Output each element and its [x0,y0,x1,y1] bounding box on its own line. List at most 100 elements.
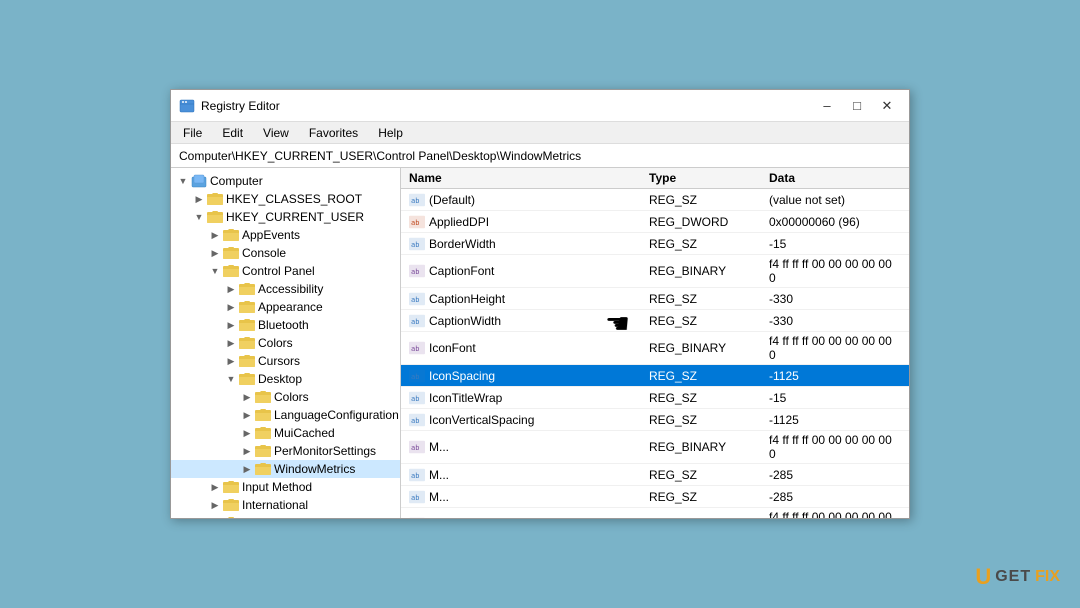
tree-hkcu[interactable]: ▼ HKEY_CURRENT_USER [171,208,400,226]
tree-windowmetrics[interactable]: ▶ WindowMetrics [171,460,400,478]
reg-value-icon: ab [409,391,425,405]
folder-icon-international [223,498,239,512]
table-row[interactable]: ab M... REG_SZ -285 [401,464,909,486]
svg-text:ab: ab [411,444,419,452]
tree-inputmethod[interactable]: ▶ Input Method [171,478,400,496]
tree-langconfig[interactable]: ▶ LanguageConfiguration [171,406,400,424]
folder-icon-inputmethod [223,480,239,494]
tree-desktop[interactable]: ▼ Desktop [171,370,400,388]
row-data: 0x00000060 (96) [769,215,901,229]
folder-icon-colors [239,336,255,350]
row-type: REG_BINARY [649,440,769,454]
tree-label-muicached: MuiCached [274,426,335,440]
row-data: -15 [769,237,901,251]
table-row[interactable]: ab IconVerticalSpacing REG_SZ -1125 [401,409,909,431]
row-name: CaptionFont [429,264,494,278]
folder-icon-windowmetrics [255,462,271,476]
tree-toggle-inputmethod: ▶ [207,479,223,495]
row-name: M... [429,490,449,504]
table-row[interactable]: ab CaptionFont REG_BINARY f4 ff ff ff 00… [401,255,909,288]
menu-favorites[interactable]: Favorites [301,124,366,142]
row-data: -285 [769,490,901,504]
row-name: AppliedDPI [429,215,489,229]
tree-label-appevents: AppEvents [242,228,300,242]
tree-toggle-windowmetrics: ▶ [239,461,255,477]
svg-text:ab: ab [411,296,419,304]
row-data: f4 ff ff ff 00 00 00 00 00 0 [769,334,901,362]
svg-text:ab: ab [411,494,419,502]
menu-file[interactable]: File [175,124,210,142]
registry-editor-window: Registry Editor – □ ✕ File Edit View Fav… [170,89,910,519]
tree-toggle-hkcr: ▶ [191,191,207,207]
tree-accessibility[interactable]: ▶ Accessibility [171,280,400,298]
folder-icon-bluetooth [239,318,255,332]
tree-appearance[interactable]: ▶ Appearance [171,298,400,316]
menu-help[interactable]: Help [370,124,411,142]
tree-toggle-console: ▶ [207,245,223,261]
close-button[interactable]: ✕ [873,95,901,117]
tree-toggle-muicached: ▶ [239,425,255,441]
reg-value-icon: ab [409,341,425,355]
tree-hkcr[interactable]: ▶ HKEY_CLASSES_ROOT [171,190,400,208]
tree-console[interactable]: ▶ Console [171,244,400,262]
tree-toggle-desktop-colors: ▶ [239,389,255,405]
tree-label-accessibility: Accessibility [258,282,323,296]
tree-label-colors: Colors [258,336,293,350]
tree-appevents[interactable]: ▶ AppEvents [171,226,400,244]
menu-view[interactable]: View [255,124,297,142]
minimize-button[interactable]: – [813,95,841,117]
row-data: -1125 [769,369,901,383]
row-data: -330 [769,292,901,306]
tree-label-computer: Computer [210,174,263,188]
table-row[interactable]: ab CaptionWidth REG_SZ -330 [401,310,909,332]
row-name-cell: ab CaptionFont [409,264,649,278]
col-data: Data [769,171,901,185]
row-name-cell: ab AppliedDPI [409,215,649,229]
tree-label-international: International [242,498,308,512]
tree-toggle-keyboard: ▶ [207,515,223,518]
tree-desktop-colors[interactable]: ▶ Colors [171,388,400,406]
table-row[interactable]: ab M... REG_SZ -285 [401,486,909,508]
watermark-get: GET [995,568,1031,586]
table-row[interactable]: ab AppliedDPI REG_DWORD 0x00000060 (96) [401,211,909,233]
table-row[interactable]: ab CaptionHeight REG_SZ -330 [401,288,909,310]
tree-toggle-desktop: ▼ [223,371,239,387]
table-row[interactable]: ab (Default) REG_SZ (value not set) [401,189,909,211]
folder-icon-hkcu [207,210,223,224]
folder-icon-desktop [239,372,255,386]
menu-edit[interactable]: Edit [214,124,251,142]
table-row[interactable]: ab BorderWidth REG_SZ -15 [401,233,909,255]
maximize-button[interactable]: □ [843,95,871,117]
tree-cursors[interactable]: ▶ Cursors [171,352,400,370]
table-row[interactable]: ab IconSpacing REG_SZ -1125 [401,365,909,387]
row-data: -1125 [769,413,901,427]
tree-toggle-appearance: ▶ [223,299,239,315]
table-row[interactable]: ab IconTitleWrap REG_SZ -15 [401,387,909,409]
row-data: -330 [769,314,901,328]
row-name: CaptionHeight [429,292,505,306]
table-row[interactable]: ab IconFont REG_BINARY f4 ff ff ff 00 00… [401,332,909,365]
tree-permonitorsettings[interactable]: ▶ PerMonitorSettings [171,442,400,460]
row-type: REG_SZ [649,292,769,306]
svg-text:ab: ab [411,197,419,205]
tree-international[interactable]: ▶ International [171,496,400,514]
tree-bluetooth[interactable]: ▶ Bluetooth [171,316,400,334]
row-name-cell: ab Me... [409,517,649,518]
col-name: Name [409,171,649,185]
tree-keyboard[interactable]: ▶ Keyboard [171,514,400,518]
tree-computer[interactable]: ▼ Computer [171,172,400,190]
tree-colors[interactable]: ▶ Colors [171,334,400,352]
svg-text:ab: ab [411,472,419,480]
tree-controlpanel[interactable]: ▼ Control Panel [171,262,400,280]
reg-value-icon: ab [409,314,425,328]
tree-panel: ▼ Computer ▶ HKEY_CLASSES_ROOT [171,168,401,518]
table-row[interactable]: ab M... REG_BINARY f4 ff ff ff 00 00 00 … [401,431,909,464]
tree-muicached[interactable]: ▶ MuiCached [171,424,400,442]
row-name: BorderWidth [429,237,496,251]
row-type: REG_SZ [649,369,769,383]
watermark-u: U [975,564,991,590]
watermark-fix: FIX [1035,568,1060,586]
table-row[interactable]: ab Me... REG_BINARY f4 ff ff ff 00 00 00… [401,508,909,518]
tree-label-controlpanel: Control Panel [242,264,315,278]
address-bar: Computer\HKEY_CURRENT_USER\Control Panel… [171,144,909,168]
